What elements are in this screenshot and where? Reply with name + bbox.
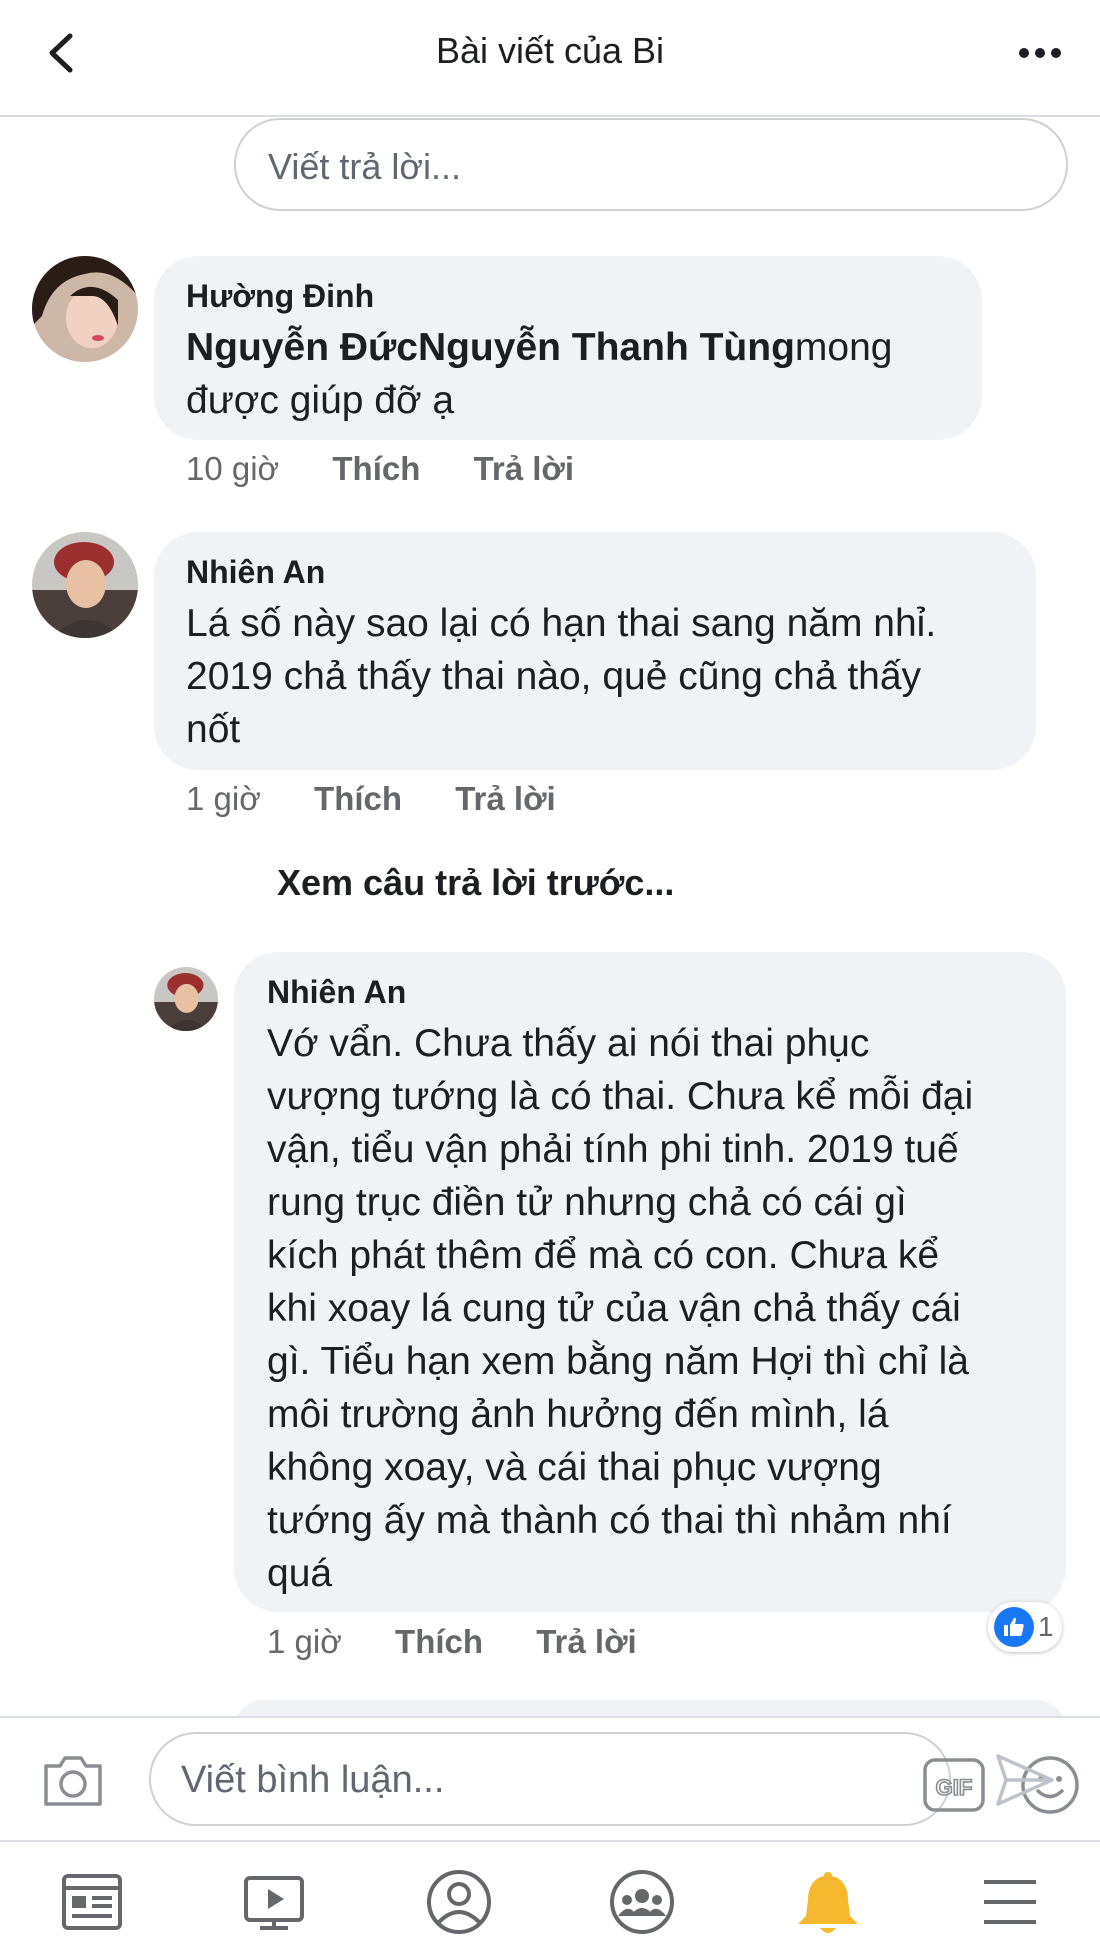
like-icon — [994, 1607, 1034, 1647]
comment-time: 1 giờ — [186, 780, 261, 817]
comment-input[interactable]: Viết bình luận... GIF — [149, 1732, 1079, 1826]
news-feed-icon[interactable] — [56, 1866, 128, 1938]
comment-author[interactable]: Hường Đinh — [186, 278, 374, 315]
camera-icon[interactable] — [40, 1750, 106, 1810]
reply-line: Vớ vẩn. Chưa thấy ai nói thai phục — [267, 1022, 870, 1065]
like-link[interactable]: Thích — [395, 1623, 483, 1660]
comment-composer: Viết bình luận... GIF — [0, 1716, 1100, 1840]
reply-link[interactable]: Trả lời — [474, 450, 575, 487]
view-previous-replies-link[interactable]: Xem câu trả lời trước... — [277, 862, 674, 904]
reply-line: không xoay, và cái thai phục vượng — [267, 1446, 882, 1489]
avatar-photo — [32, 256, 138, 362]
reaction-summary[interactable]: 1 — [988, 1602, 1062, 1652]
reply-link[interactable]: Trả lời — [455, 780, 556, 817]
comment-line: 2019 chả thấy thai nào, quẻ cũng chả thấ… — [186, 655, 922, 698]
reply-link[interactable]: Trả lời — [536, 1623, 637, 1660]
reply-line: quá — [267, 1552, 333, 1595]
comment-meta: 1 giờ Thích Trả lời — [186, 780, 556, 818]
like-link[interactable]: Thích — [332, 450, 420, 487]
reply-line: kích phát thêm để mà có con. Chưa kể — [267, 1234, 940, 1277]
page-title: Bài viết của Bi — [435, 30, 665, 71]
comment-text: Nguyễn ĐứcNguyễn Thanh Tùngmong được giú… — [186, 321, 966, 427]
reply-meta: 1 giờ Thích Trả lời — [267, 1623, 637, 1661]
reply-line: vận, tiểu vận phải tính phi tinh. 2019 t… — [267, 1128, 959, 1171]
menu-icon[interactable] — [974, 1866, 1046, 1938]
comment-mention[interactable]: Nguyễn ĐứcNguyễn Thanh Tùng — [186, 326, 795, 369]
comment-author[interactable]: Nhiên An — [186, 554, 325, 591]
avatar-photo — [154, 967, 218, 1031]
reply-time: 1 giờ — [267, 1623, 342, 1660]
reply-author[interactable]: Nhiên An — [267, 974, 406, 1011]
avatar[interactable] — [32, 256, 138, 362]
gif-icon[interactable]: GIF — [923, 1758, 985, 1812]
avatar[interactable] — [32, 532, 138, 638]
profile-icon[interactable] — [423, 1866, 495, 1938]
avatar[interactable] — [154, 967, 218, 1031]
reply-input-placeholder: Viết trả lời... — [268, 146, 462, 187]
reply-line: môi trường ảnh hưởng đến mình, lá — [267, 1393, 889, 1436]
avatar-photo — [32, 532, 138, 638]
like-link[interactable]: Thích — [314, 780, 402, 817]
comment-line: nốt — [186, 708, 241, 751]
comment-text-rest: mong — [794, 326, 893, 369]
reply-line: gì. Tiểu hạn xem bằng năm Hợi thì chỉ là — [267, 1340, 969, 1383]
reply-input[interactable]: Viết trả lời... — [234, 118, 1068, 211]
bottom-navigation — [0, 1840, 1100, 1956]
send-icon[interactable] — [992, 1750, 1058, 1810]
comment-text: Lá số này sao lại có hạn thai sang năm n… — [186, 597, 1026, 756]
reply-line: tướng ấy mà thành có thai thì nhảm nhí — [267, 1499, 952, 1542]
comment-meta: 10 giờ Thích Trả lời — [186, 450, 574, 488]
comment-text-line2: được giúp đỡ ạ — [186, 379, 455, 422]
notifications-bell-icon[interactable] — [792, 1866, 864, 1938]
watch-video-icon[interactable] — [238, 1866, 310, 1938]
reply-line: khi xoay lá cung tử của vận chả thấy cái — [267, 1287, 961, 1330]
comment-time: 10 giờ — [186, 450, 280, 487]
gif-label: GIF — [936, 1775, 973, 1800]
groups-icon[interactable] — [606, 1866, 678, 1938]
reply-line: vượng tướng là có thai. Chưa kể mỗi đại — [267, 1075, 974, 1118]
reply-line: rung trục điền tử nhưng chả có cái gì — [267, 1181, 907, 1224]
reaction-count: 1 — [1038, 1611, 1054, 1642]
comment-line: Lá số này sao lại có hạn thai sang năm n… — [186, 602, 937, 645]
top-bar: Bài viết của Bi — [0, 0, 1100, 117]
reply-text: Vớ vẩn. Chưa thấy ai nói thai phục vượng… — [267, 1017, 1057, 1600]
comment-input-placeholder: Viết bình luận... — [181, 1759, 445, 1801]
more-horizontal-icon[interactable] — [1010, 28, 1070, 78]
